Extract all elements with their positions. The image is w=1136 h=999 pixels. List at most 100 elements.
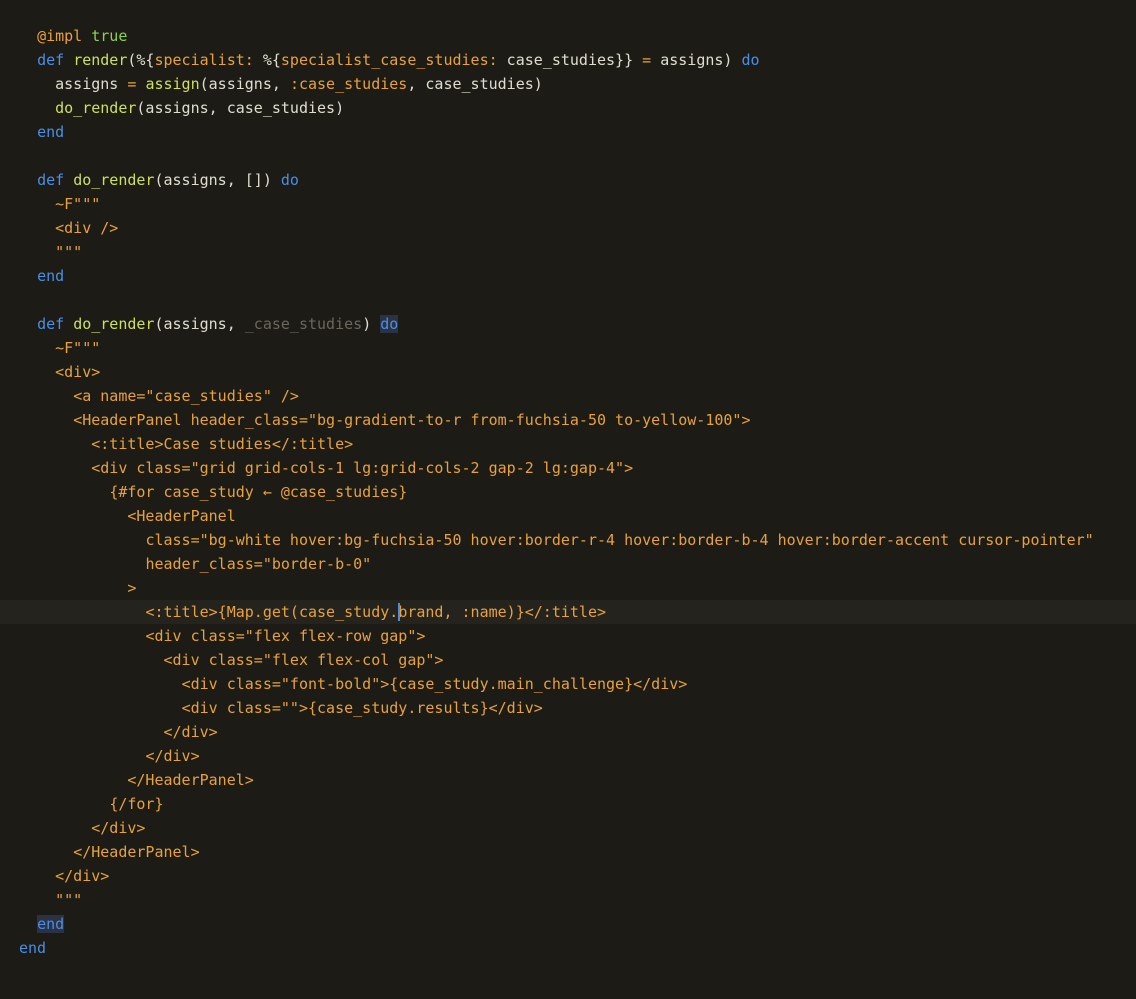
code-editor[interactable]: @impl true def render(%{specialist: %{sp…	[0, 0, 1136, 999]
code-token: end	[37, 915, 65, 933]
code-token: specialist_case_studies:	[280, 51, 498, 69]
code-token: def	[37, 171, 65, 189]
code-token: end	[37, 123, 65, 141]
code-line[interactable]: <div class="flex flex-col gap">	[0, 648, 1136, 672]
code-line[interactable]: def do_render(assigns, _case_studies) do	[0, 312, 1136, 336]
code-token: (assigns,	[199, 75, 290, 93]
code-token: , case_studies)	[407, 75, 543, 93]
code-token: <div class="flex flex-row gap">	[145, 627, 426, 645]
code-line[interactable]: """	[0, 240, 1136, 264]
code-token: def	[37, 315, 65, 333]
code-token: {/for}	[109, 795, 164, 813]
code-line[interactable]: <HeaderPanel header_class="bg-gradient-t…	[0, 408, 1136, 432]
code-token: assigns	[19, 75, 128, 93]
code-token: render	[73, 51, 128, 69]
code-line[interactable]: </HeaderPanel>	[0, 840, 1136, 864]
code-line[interactable]: </HeaderPanel>	[0, 768, 1136, 792]
code-line[interactable]: header_class="border-b-0"	[0, 552, 1136, 576]
code-line[interactable]: end	[0, 912, 1136, 936]
code-token: =	[642, 51, 652, 69]
code-line[interactable]	[0, 288, 1136, 312]
code-line[interactable]: <div />	[0, 216, 1136, 240]
code-line[interactable]: end	[0, 120, 1136, 144]
code-line[interactable]: @impl true	[0, 24, 1136, 48]
code-line[interactable]: </div>	[0, 720, 1136, 744]
code-token: {#for case_study ← @case_studies}	[109, 483, 408, 501]
code-token: (assigns, case_studies)	[136, 99, 345, 117]
code-token: <div class="flex flex-col gap">	[163, 651, 444, 669]
code-token: do	[380, 315, 399, 333]
code-line[interactable]: """	[0, 888, 1136, 912]
code-line[interactable]: <:title>{Map.get(case_study.brand, :name…	[0, 600, 1136, 624]
code-line[interactable]: <a name="case_studies" />	[0, 384, 1136, 408]
code-token: )	[362, 315, 381, 333]
code-token: do	[741, 51, 760, 69]
code-line[interactable]: end	[0, 264, 1136, 288]
code-line[interactable]: <:title>Case studies</:title>	[0, 432, 1136, 456]
code-line[interactable]: <div>	[0, 360, 1136, 384]
code-token: true	[91, 27, 128, 45]
code-token: <div class="font-bold">{case_study.main_…	[181, 675, 688, 693]
code-line[interactable]: def do_render(assigns, []) do	[0, 168, 1136, 192]
code-line[interactable]: def render(%{specialist: %{specialist_ca…	[0, 48, 1136, 72]
code-line[interactable]: </div>	[0, 816, 1136, 840]
code-line[interactable]: ~F"""	[0, 336, 1136, 360]
code-line[interactable]: <div class="">{case_study.results}</div>	[0, 696, 1136, 720]
code-token: end	[37, 267, 65, 285]
code-line[interactable]: {/for}	[0, 792, 1136, 816]
code-line[interactable]: >	[0, 576, 1136, 600]
code-line[interactable]: assigns = assign(assigns, :case_studies,…	[0, 72, 1136, 96]
code-token: %{	[253, 51, 281, 69]
code-line[interactable]: <HeaderPanel	[0, 504, 1136, 528]
code-line[interactable]: </div>	[0, 744, 1136, 768]
code-token: """	[55, 891, 83, 909]
code-token: <div />	[55, 219, 119, 237]
code-line[interactable]: <div class="grid grid-cols-1 lg:grid-col…	[0, 456, 1136, 480]
code-token: <div class="">{case_study.results}</div>	[181, 699, 543, 717]
code-token: >	[127, 579, 137, 597]
code-line[interactable]: <div class="font-bold">{case_study.main_…	[0, 672, 1136, 696]
code-line[interactable]: do_render(assigns, case_studies)	[0, 96, 1136, 120]
code-token: <div class="grid grid-cols-1 lg:grid-col…	[91, 459, 634, 477]
code-token: <HeaderPanel header_class="bg-gradient-t…	[73, 411, 751, 429]
code-token: <:title>{Map.get(case_study.	[145, 603, 399, 621]
code-line[interactable]: <div class="flex flex-row gap">	[0, 624, 1136, 648]
code-line[interactable]: end	[0, 936, 1136, 960]
code-line[interactable]: </div>	[0, 864, 1136, 888]
code-line[interactable]: class="bg-white hover:bg-fuchsia-50 hove…	[0, 528, 1136, 552]
code-token: <HeaderPanel	[127, 507, 236, 525]
code-line[interactable]: {#for case_study ← @case_studies}	[0, 480, 1136, 504]
code-line[interactable]	[0, 144, 1136, 168]
code-token: brand, :name)}</:title>	[398, 603, 607, 621]
code-line[interactable]: ~F"""	[0, 192, 1136, 216]
